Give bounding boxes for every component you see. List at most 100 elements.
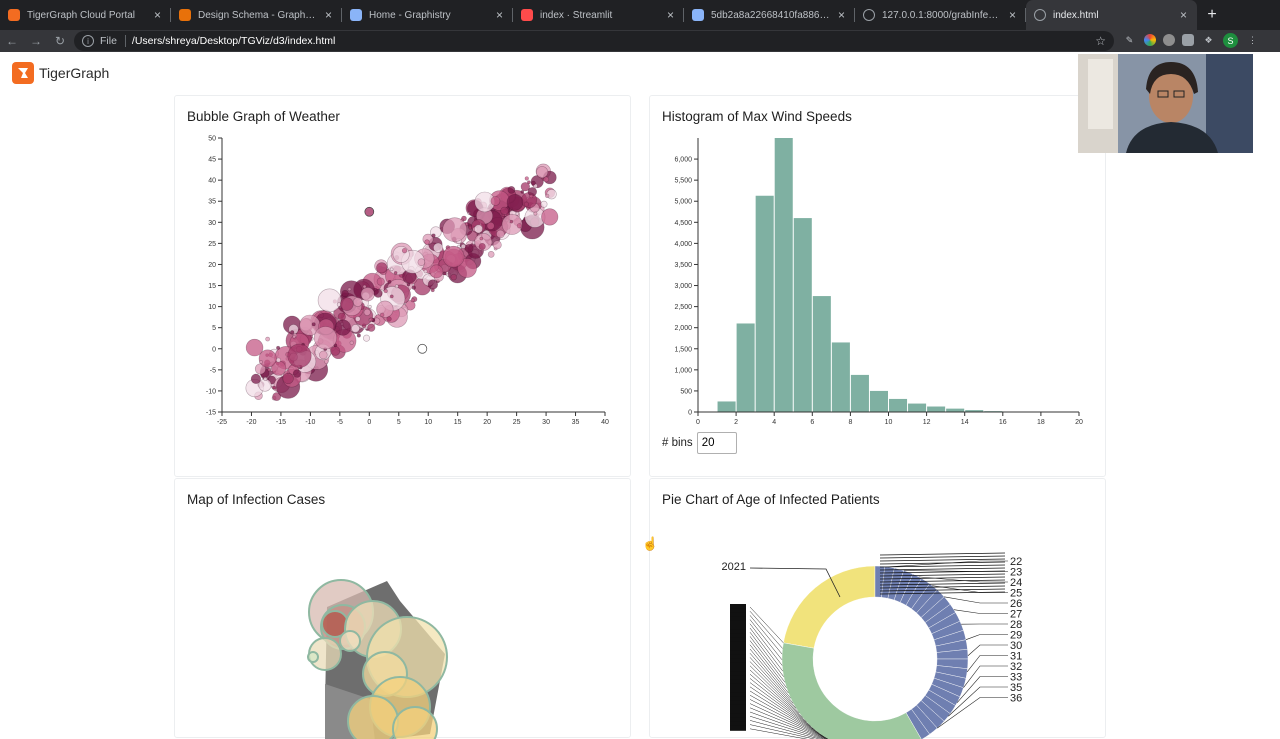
close-tab-icon[interactable]: × <box>838 8 845 22</box>
bubble-point <box>268 368 271 371</box>
y-tick-label: 4,500 <box>674 220 692 227</box>
close-tab-icon[interactable]: × <box>325 8 332 22</box>
bubble-point <box>395 285 398 288</box>
browser-tab-5[interactable]: 5db2a8a22668410fa88627a3× <box>684 0 855 30</box>
camera-extension-icon[interactable] <box>1182 34 1194 46</box>
bubble-point <box>534 212 537 215</box>
histogram-chart: 0246810121416182005001,0001,5002,0002,50… <box>650 96 1107 478</box>
browser-tab-7[interactable]: index.html× <box>1026 0 1197 30</box>
tab-title: Home - Graphistry <box>369 10 490 21</box>
browser-tab-3[interactable]: Home - Graphistry × <box>342 0 513 30</box>
bubble-point <box>259 379 271 391</box>
bubble-point <box>524 202 528 206</box>
address-divider <box>125 35 126 47</box>
bubble-point <box>488 251 494 257</box>
address-bar[interactable]: i File /Users/shreya/Desktop/TGViz/d3/in… <box>74 31 1114 51</box>
browser-tab-1[interactable]: TigerGraph Cloud Portal× <box>0 0 171 30</box>
bubble-point <box>412 286 416 290</box>
bubble-point <box>276 346 279 349</box>
globe-extension-icon[interactable] <box>1163 34 1175 46</box>
close-tab-icon[interactable]: × <box>154 8 161 22</box>
profile-avatar-icon[interactable]: S <box>1223 33 1238 48</box>
x-tick-label: 10 <box>885 419 893 426</box>
close-tab-icon[interactable]: × <box>1180 8 1187 22</box>
globe-icon <box>1034 9 1046 21</box>
y-tick-label: 0 <box>688 410 692 417</box>
bubble-point <box>521 190 524 193</box>
y-tick-label: 30 <box>208 220 216 227</box>
browser-tab-2[interactable]: Design Schema - GraphStudio × <box>171 0 342 30</box>
pie-label: 2021 <box>722 561 746 573</box>
pie-slice <box>782 643 922 739</box>
y-tick-label: -5 <box>210 367 216 374</box>
y-tick-label: 0 <box>212 346 216 353</box>
browser-toolbar: ← → ↻ i File /Users/shreya/Desktop/TGViz… <box>0 30 1280 52</box>
bubble-point <box>288 344 312 368</box>
puzzle-extension-icon[interactable]: ❖ <box>1201 33 1216 48</box>
bubble-point <box>342 290 349 297</box>
tab-title: index · Streamlit <box>540 10 661 21</box>
bubble-point <box>348 288 351 291</box>
new-tab-button[interactable]: + <box>1197 0 1227 30</box>
bubble-point <box>387 317 392 322</box>
tab-title: 127.0.0.1:8000/grabInfectionLo <box>882 10 1003 21</box>
bins-input[interactable] <box>697 432 737 454</box>
x-tick-label: 25 <box>513 419 521 426</box>
graphistry-icon <box>350 9 362 21</box>
pie-leader-line <box>750 620 782 660</box>
y-tick-label: 20 <box>208 262 216 269</box>
y-tick-label: 2,500 <box>674 304 692 311</box>
search-icon <box>692 9 704 21</box>
reload-icon[interactable]: ↻ <box>48 30 72 52</box>
tab-title: Design Schema - GraphStudio <box>198 10 319 21</box>
x-tick-label: 14 <box>961 419 969 426</box>
bubble-point <box>469 226 472 229</box>
pie-overlapping-label <box>730 726 746 731</box>
back-icon[interactable]: ← <box>0 30 24 52</box>
age-pie-chart: 20212223242526272829303132333536 <box>650 479 1107 739</box>
bubble-point <box>384 289 388 293</box>
color-wheel-extension-icon[interactable] <box>1144 34 1156 46</box>
tigergraph-logo-icon[interactable] <box>12 62 34 84</box>
close-tab-icon[interactable]: × <box>1009 8 1016 22</box>
bubble-point <box>350 341 354 345</box>
site-info-icon[interactable]: i <box>82 35 94 47</box>
bubble-point <box>433 243 442 252</box>
bubble-point <box>293 370 301 378</box>
y-tick-label: 6,000 <box>674 157 692 164</box>
address-url[interactable]: /Users/shreya/Desktop/TGViz/d3/index.htm… <box>132 35 335 47</box>
histogram-bar <box>851 375 869 412</box>
bubble-point <box>377 278 385 286</box>
bubble-point <box>407 283 410 286</box>
forward-icon[interactable]: → <box>24 30 48 52</box>
x-tick-label: -10 <box>305 419 315 426</box>
bubble-point <box>465 244 473 252</box>
pie-leader-line <box>968 645 1008 656</box>
close-tab-icon[interactable]: × <box>496 8 503 22</box>
menu-kebab-icon[interactable]: ⋮ <box>1245 33 1260 48</box>
bubble-point <box>425 240 430 245</box>
bubble-point <box>501 207 509 215</box>
bubble-point <box>388 280 391 283</box>
bookmark-star-icon[interactable]: ☆ <box>1095 34 1106 48</box>
histogram-bar <box>794 218 812 412</box>
y-tick-label: 25 <box>208 241 216 248</box>
pie-leader-line <box>750 624 782 666</box>
y-tick-label: -10 <box>206 388 216 395</box>
histogram-card: Histogram of Max Wind Speeds 02468101214… <box>649 95 1106 477</box>
bubble-point <box>430 265 443 278</box>
histogram-bar <box>737 323 755 412</box>
bubble-point <box>530 195 533 198</box>
browser-tab-6[interactable]: 127.0.0.1:8000/grabInfectionLo × <box>855 0 1026 30</box>
close-tab-icon[interactable]: × <box>667 8 674 22</box>
infection-bubble <box>308 652 318 662</box>
y-tick-label: 35 <box>208 199 216 206</box>
pen-extension-icon[interactable]: ✎ <box>1122 33 1137 48</box>
bubble-point <box>259 350 276 367</box>
histogram-bar <box>832 342 850 412</box>
y-tick-label: 5,500 <box>674 178 692 185</box>
bubble-point <box>393 246 409 262</box>
webcam-overlay <box>1078 54 1253 153</box>
browser-tab-4[interactable]: index · Streamlit × <box>513 0 684 30</box>
x-tick-label: 10 <box>424 419 432 426</box>
